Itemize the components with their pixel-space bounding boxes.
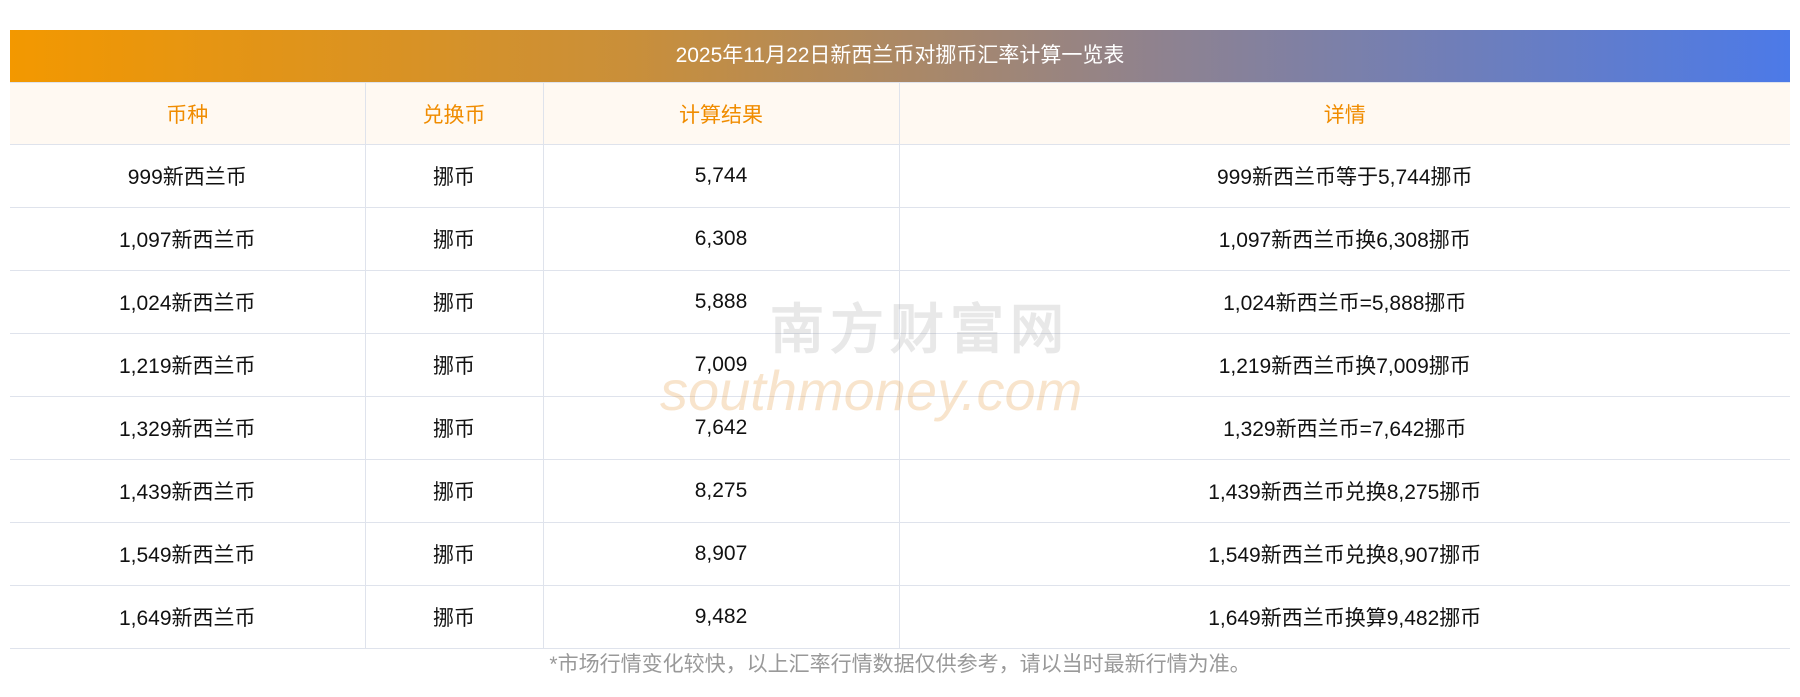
cell-result: 5,744 bbox=[542, 144, 900, 208]
table-row: 1,219新西兰币 挪币 7,009 1,219新西兰币换7,009挪币 bbox=[10, 333, 1790, 397]
cell-currency: 1,549新西兰币 bbox=[10, 522, 366, 586]
cell-currency: 999新西兰币 bbox=[10, 144, 366, 208]
cell-currency: 1,439新西兰币 bbox=[10, 459, 366, 523]
cell-result: 8,907 bbox=[542, 522, 900, 586]
cell-details: 1,549新西兰币兑换8,907挪币 bbox=[898, 522, 1790, 586]
cell-result: 9,482 bbox=[542, 585, 900, 649]
table-title: 2025年11月22日新西兰币对挪币汇率计算一览表 bbox=[10, 30, 1790, 82]
cell-currency: 1,329新西兰币 bbox=[10, 396, 366, 460]
table-row: 1,549新西兰币 挪币 8,907 1,549新西兰币兑换8,907挪币 bbox=[10, 522, 1790, 586]
cell-details: 999新西兰币等于5,744挪币 bbox=[898, 144, 1790, 208]
table-row: 1,024新西兰币 挪币 5,888 1,024新西兰币=5,888挪币 bbox=[10, 270, 1790, 334]
disclaimer-note: *市场行情变化较快，以上汇率行情数据仅供参考，请以当时最新行情为准。 bbox=[549, 653, 1251, 676]
table-row: 999新西兰币 挪币 5,744 999新西兰币等于5,744挪币 bbox=[10, 144, 1790, 208]
cell-target-currency: 挪币 bbox=[364, 396, 544, 460]
table-row: 1,649新西兰币 挪币 9,482 1,649新西兰币换算9,482挪币 bbox=[10, 585, 1790, 649]
cell-details: 1,097新西兰币换6,308挪币 bbox=[898, 207, 1790, 271]
table-row: 1,439新西兰币 挪币 8,275 1,439新西兰币兑换8,275挪币 bbox=[10, 459, 1790, 523]
cell-result: 7,642 bbox=[542, 396, 900, 460]
cell-currency: 1,024新西兰币 bbox=[10, 270, 366, 334]
cell-target-currency: 挪币 bbox=[364, 585, 544, 649]
header-target-currency: 兑换币 bbox=[364, 82, 544, 145]
cell-result: 8,275 bbox=[542, 459, 900, 523]
table-row: 1,097新西兰币 挪币 6,308 1,097新西兰币换6,308挪币 bbox=[10, 207, 1790, 271]
cell-details: 1,329新西兰币=7,642挪币 bbox=[898, 396, 1790, 460]
header-result: 计算结果 bbox=[542, 82, 900, 145]
cell-currency: 1,649新西兰币 bbox=[10, 585, 366, 649]
cell-details: 1,219新西兰币换7,009挪币 bbox=[898, 333, 1790, 397]
cell-target-currency: 挪币 bbox=[364, 522, 544, 586]
cell-target-currency: 挪币 bbox=[364, 270, 544, 334]
table-header-row: 币种 兑换币 计算结果 详情 bbox=[10, 82, 1790, 145]
cell-result: 7,009 bbox=[542, 333, 900, 397]
cell-target-currency: 挪币 bbox=[364, 144, 544, 208]
header-currency: 币种 bbox=[10, 82, 366, 145]
table-row: 1,329新西兰币 挪币 7,642 1,329新西兰币=7,642挪币 bbox=[10, 396, 1790, 460]
cell-target-currency: 挪币 bbox=[364, 333, 544, 397]
cell-currency: 1,097新西兰币 bbox=[10, 207, 366, 271]
rate-table-container: 2025年11月22日新西兰币对挪币汇率计算一览表 币种 兑换币 计算结果 详情… bbox=[10, 30, 1790, 649]
header-details: 详情 bbox=[898, 82, 1790, 145]
cell-target-currency: 挪币 bbox=[364, 459, 544, 523]
cell-currency: 1,219新西兰币 bbox=[10, 333, 366, 397]
cell-target-currency: 挪币 bbox=[364, 207, 544, 271]
cell-details: 1,024新西兰币=5,888挪币 bbox=[898, 270, 1790, 334]
rate-table: 币种 兑换币 计算结果 详情 999新西兰币 挪币 5,744 999新西兰币等于5,… bbox=[10, 82, 1790, 649]
cell-details: 1,439新西兰币兑换8,275挪币 bbox=[898, 459, 1790, 523]
cell-result: 5,888 bbox=[542, 270, 900, 334]
cell-result: 6,308 bbox=[542, 207, 900, 271]
cell-details: 1,649新西兰币换算9,482挪币 bbox=[898, 585, 1790, 649]
